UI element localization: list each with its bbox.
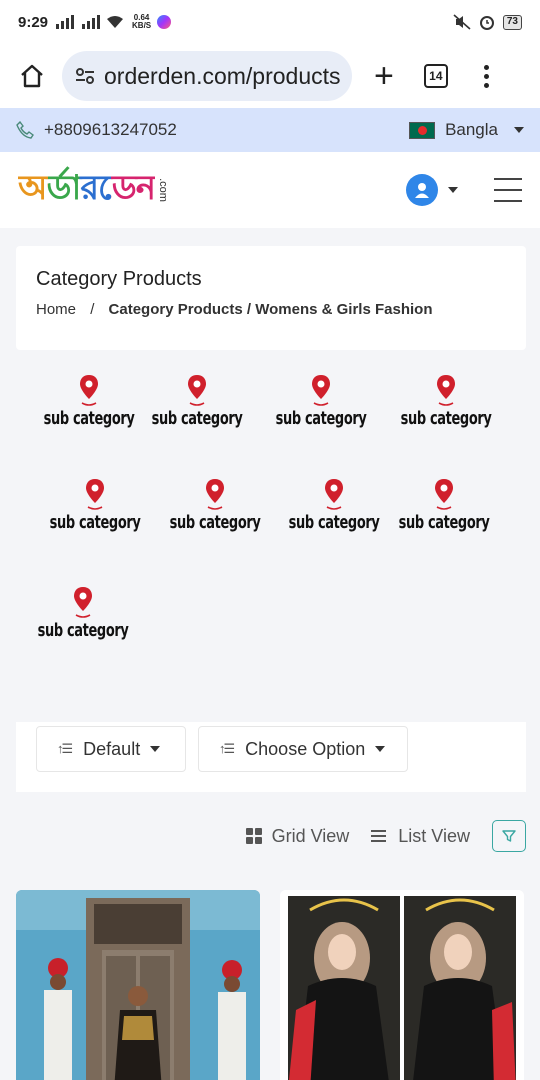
sub-category-item[interactable]: sub category xyxy=(258,374,384,429)
tab-switcher-button[interactable]: 14 xyxy=(423,64,448,88)
messenger-icon xyxy=(157,15,172,29)
sort-card: ↑☰ Default ↑☰ Choose Option xyxy=(16,722,526,792)
sub-category-label: sub category xyxy=(43,408,135,429)
bangladesh-flag-icon xyxy=(409,121,436,139)
address-bar[interactable]: orderden.com/products xyxy=(62,51,352,101)
sub-category-label: sub category xyxy=(275,408,367,429)
choose-option-label: Choose Option xyxy=(245,738,366,759)
sub-category-label: sub category xyxy=(37,620,129,641)
browser-toolbar: orderden.com/products + 14 xyxy=(0,44,540,108)
page-title: Category Products xyxy=(36,268,202,290)
filter-icon xyxy=(502,830,516,842)
category-header-card: Category Products Home / Category Produc… xyxy=(16,246,526,350)
wifi-icon xyxy=(107,16,124,28)
contact-bar: +8809613247052 Bangla xyxy=(0,108,540,152)
sub-category-label: sub category xyxy=(49,512,141,533)
home-icon[interactable] xyxy=(18,62,46,90)
net-speed: 0.64 KB/S xyxy=(132,13,152,30)
sub-category-label: sub category xyxy=(151,408,243,429)
sub-category-item[interactable]: sub category xyxy=(381,478,507,533)
location-pin-icon xyxy=(312,375,331,406)
sort-default-label: Default xyxy=(83,738,141,759)
sub-category-label: sub category xyxy=(400,408,492,429)
product-card[interactable] xyxy=(280,890,524,1080)
product-image[interactable] xyxy=(16,890,260,1080)
site-settings-icon[interactable] xyxy=(74,65,96,87)
sub-category-item[interactable]: sub category xyxy=(32,478,158,533)
product-image[interactable] xyxy=(280,890,524,1080)
site-logo[interactable]: অর্ডারডেন .com xyxy=(18,162,175,219)
choose-option-dropdown[interactable]: ↑☰ Choose Option xyxy=(198,726,408,772)
status-bar: 9:29 0.64 KB/S 73 xyxy=(0,0,540,44)
filter-button[interactable] xyxy=(492,820,526,852)
user-avatar-icon[interactable] xyxy=(406,174,438,206)
list-view-button[interactable]: List View xyxy=(371,826,470,847)
sub-category-item[interactable]: sub category xyxy=(20,586,146,641)
site-header: অর্ডারডেন .com xyxy=(0,152,540,228)
breadcrumb-home[interactable]: Home xyxy=(36,301,76,318)
view-switch-bar: Grid View List View xyxy=(0,816,540,856)
list-icon xyxy=(371,830,387,842)
breadcrumb-separator: / xyxy=(90,301,95,318)
url-text[interactable]: orderden.com/products xyxy=(104,63,341,90)
location-pin-icon xyxy=(80,375,99,406)
language-label[interactable]: Bangla xyxy=(445,120,498,140)
battery-icon: 73 xyxy=(502,14,522,30)
location-pin-icon xyxy=(188,375,207,406)
sub-category-item[interactable]: sub category xyxy=(271,478,397,533)
account-dropdown-icon[interactable] xyxy=(448,187,458,193)
hamburger-menu-icon[interactable] xyxy=(494,178,522,202)
chevron-down-icon xyxy=(150,746,161,752)
location-pin-icon xyxy=(86,479,105,510)
product-card[interactable] xyxy=(16,890,260,1080)
mute-icon xyxy=(453,14,471,30)
status-time: 9:29 xyxy=(18,13,49,31)
alarm-icon xyxy=(479,16,494,30)
chevron-down-icon[interactable] xyxy=(514,127,524,133)
sort-default-dropdown[interactable]: ↑☰ Default xyxy=(36,726,186,772)
location-pin-icon xyxy=(74,587,93,618)
sort-icon: ↑☰ xyxy=(219,741,235,756)
sub-category-item[interactable]: sub category xyxy=(134,374,260,429)
sub-category-label: sub category xyxy=(169,512,261,533)
sort-icon: ↑☰ xyxy=(57,741,73,756)
grid-view-button[interactable]: Grid View xyxy=(245,825,350,847)
browser-menu-icon[interactable] xyxy=(483,64,489,88)
location-pin-icon xyxy=(435,479,454,510)
language-selector[interactable]: Bangla xyxy=(409,120,524,140)
phone-icon xyxy=(16,121,34,139)
list-view-label: List View xyxy=(398,825,470,846)
chevron-down-icon xyxy=(375,746,386,752)
sub-category-label: sub category xyxy=(288,512,380,533)
sub-category-panel: sub category sub category sub category s… xyxy=(0,350,540,722)
breadcrumb: Home / Category Products / Womens & Girl… xyxy=(36,301,506,318)
grid-icon xyxy=(245,828,262,844)
location-pin-icon xyxy=(437,375,456,406)
logo-suffix: .com xyxy=(156,178,169,202)
signal-icon-2 xyxy=(82,15,101,29)
phone-number[interactable]: +8809613247052 xyxy=(44,120,177,140)
breadcrumb-current: Category Products / Womens & Girls Fashi… xyxy=(108,301,433,318)
sub-category-item[interactable]: sub category xyxy=(383,374,509,429)
sub-category-item[interactable]: sub category xyxy=(152,478,278,533)
new-tab-icon[interactable]: + xyxy=(374,59,394,93)
sub-category-label: sub category xyxy=(398,512,490,533)
location-pin-icon xyxy=(206,479,225,510)
grid-view-label: Grid View xyxy=(271,825,350,846)
signal-icon xyxy=(56,15,75,29)
location-pin-icon xyxy=(325,479,344,510)
logo-text: অর্ডারডেন xyxy=(18,162,156,219)
